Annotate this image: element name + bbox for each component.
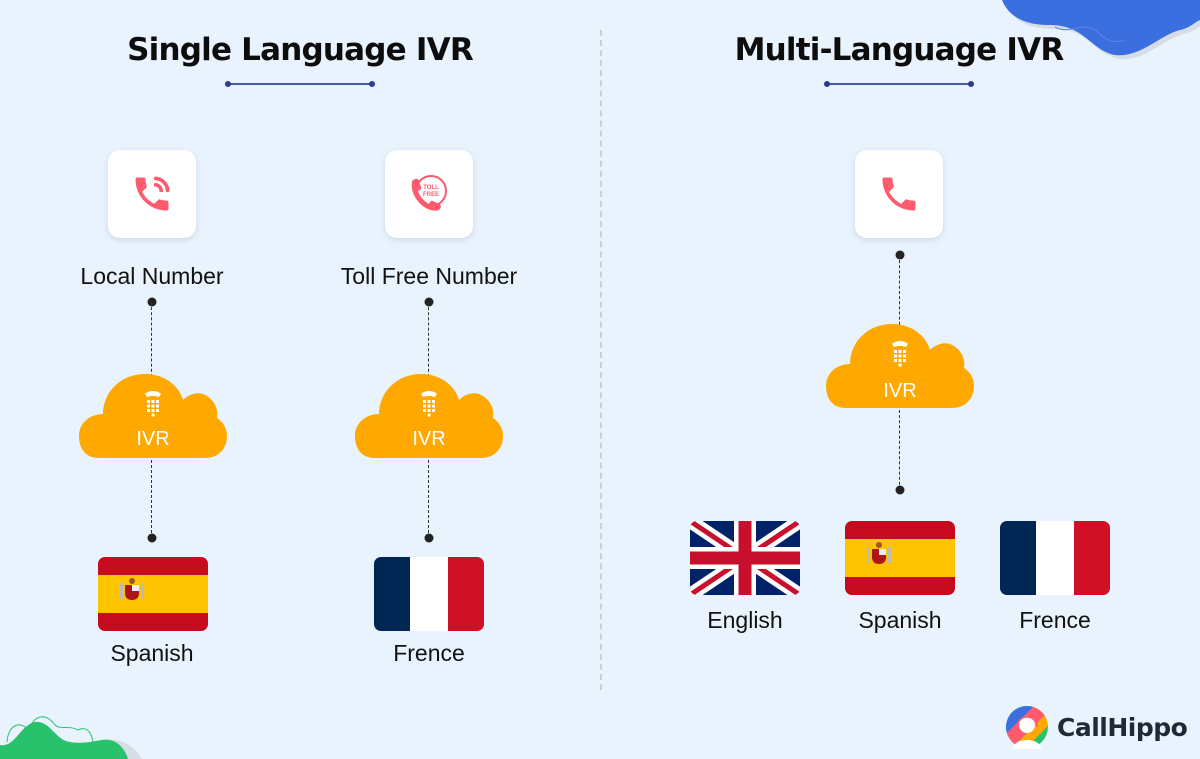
free-text: FREE [423, 192, 439, 198]
multi-language-title: Multi-Language IVR [734, 32, 1065, 68]
callhippo-logo: CallHippo [1005, 705, 1188, 749]
local-number-card [108, 150, 196, 238]
bottom-left-blob-decoration [0, 716, 142, 759]
connector-dot [424, 533, 434, 543]
toll-free-number-label: Toll Free Number [340, 263, 518, 289]
connector-line [428, 460, 429, 538]
section-divider [600, 30, 602, 690]
phone-icon [882, 177, 916, 211]
local-number-label: Local Number [80, 263, 224, 289]
single-title-underline [225, 81, 375, 87]
connector-dot [895, 485, 905, 495]
france-flag-icon [374, 557, 484, 631]
connector-line [151, 460, 152, 538]
connector-dot [147, 533, 157, 543]
callhippo-logo-icon [1006, 706, 1048, 749]
uk-flag-icon [690, 521, 800, 595]
language-label-france: Frence [1019, 607, 1091, 633]
toll-free-number-card: TOLL FREE [385, 150, 473, 238]
ivr-cloud-label: IVR [412, 428, 446, 450]
language-label-spanish: Spanish [858, 607, 942, 633]
ivr-cloud-label: IVR [883, 380, 917, 402]
toll-free-phone-icon: TOLL FREE [411, 175, 447, 211]
connector-dot [147, 297, 157, 307]
multi-title-underline [824, 81, 974, 87]
phone-number-card [855, 150, 943, 238]
connector-dot [424, 297, 434, 307]
toll-text: TOLL [423, 185, 439, 191]
spain-flag-icon [845, 521, 955, 595]
language-label-france: Frence [393, 640, 465, 666]
language-label-spanish: Spanish [110, 640, 194, 666]
phone-ringing-icon [135, 176, 170, 211]
spain-flag-icon [98, 557, 208, 631]
france-flag-icon [1000, 521, 1110, 595]
connector-dot [895, 250, 905, 260]
brand-name: CallHippo [1057, 712, 1188, 742]
ivr-cloud-label: IVR [136, 428, 170, 450]
single-language-title: Single Language IVR [127, 32, 474, 68]
connector-line [899, 410, 900, 490]
language-label-english: English [707, 607, 783, 633]
